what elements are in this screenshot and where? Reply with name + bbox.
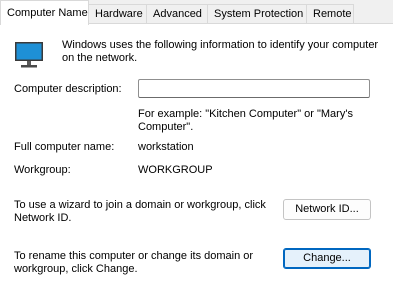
- tab-strip: Hardware Advanced System Protection Remo…: [0, 0, 393, 25]
- tab-hardware[interactable]: Hardware: [88, 4, 147, 24]
- tab-system-protection[interactable]: System Protection: [207, 4, 307, 24]
- computer-name-panel: Windows uses the following information t…: [0, 23, 393, 282]
- tab-remote[interactable]: Remote: [306, 4, 354, 24]
- change-instructions: To rename this computer or change its do…: [14, 250, 254, 275]
- intro-text: Windows uses the following information t…: [62, 39, 379, 64]
- tab-computer-name[interactable]: Computer Name: [0, 0, 89, 25]
- computer-description-label: Computer description:: [14, 83, 122, 95]
- change-button[interactable]: Change...: [283, 248, 371, 269]
- network-id-instructions: To use a wizard to join a domain or work…: [14, 199, 266, 224]
- full-computer-name-value: workstation: [138, 141, 194, 153]
- workgroup-label: Workgroup:: [14, 164, 71, 176]
- monitor-icon: [15, 42, 43, 68]
- network-id-button[interactable]: Network ID...: [283, 199, 371, 220]
- description-example-text: For example: "Kitchen Computer" or "Mary…: [138, 108, 353, 133]
- full-computer-name-label: Full computer name:: [14, 141, 115, 153]
- workgroup-value: WORKGROUP: [138, 164, 213, 176]
- computer-description-input[interactable]: [138, 79, 370, 98]
- tab-advanced[interactable]: Advanced: [146, 4, 208, 24]
